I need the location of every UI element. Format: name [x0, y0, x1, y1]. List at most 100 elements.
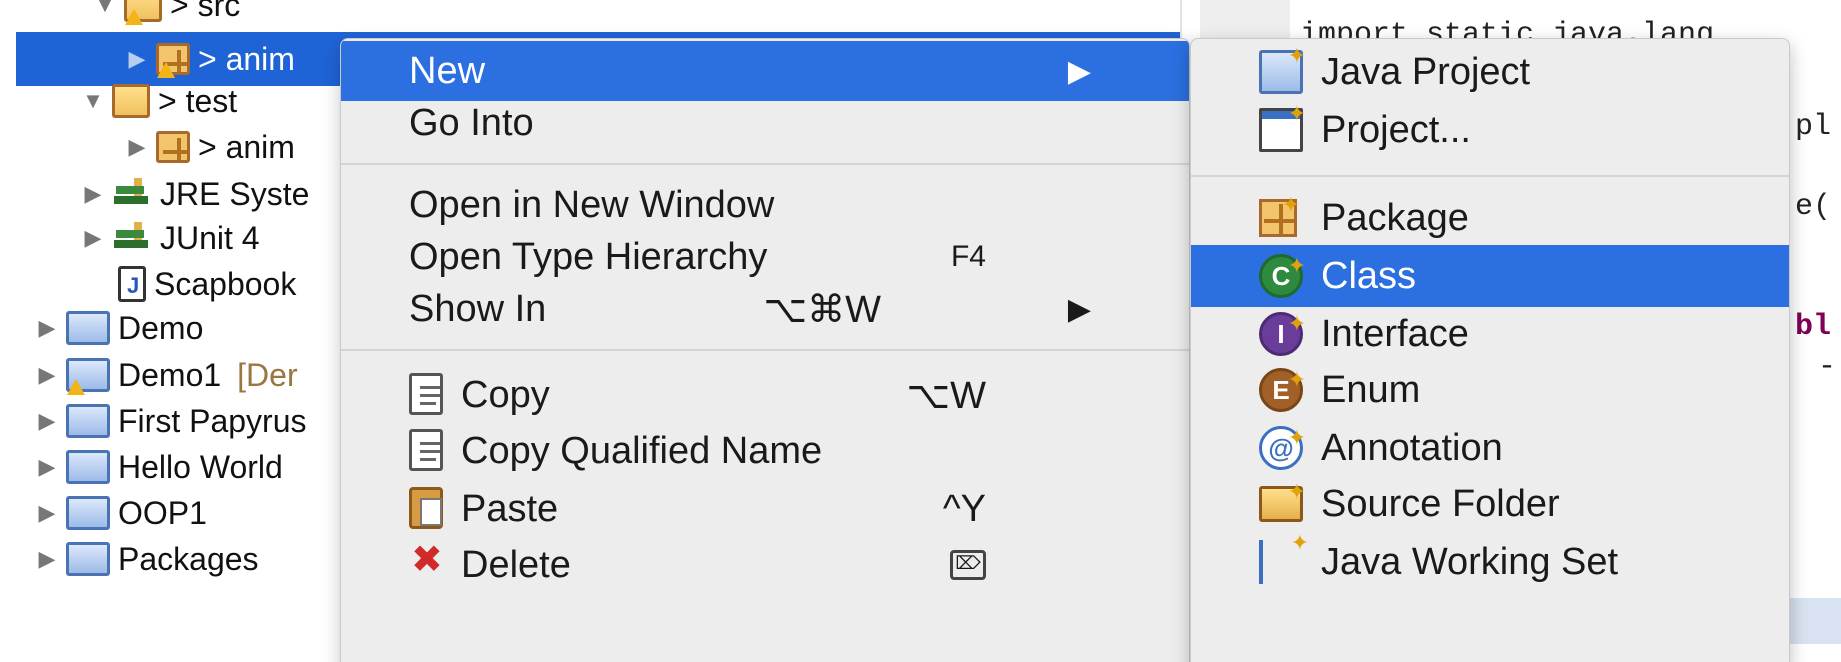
- chevron-down-icon[interactable]: ▼: [92, 0, 118, 18]
- submenu-item-source-folder[interactable]: Source Folder: [1191, 473, 1789, 535]
- package-icon: [1259, 192, 1300, 237]
- submenu-item-label: Class: [1321, 254, 1417, 297]
- chevron-right-icon[interactable]: ▶: [80, 181, 106, 207]
- menu-item-label: Go Into: [409, 101, 534, 144]
- menu-separator: [341, 163, 1189, 165]
- menu-item-paste[interactable]: Paste ^Y: [341, 479, 1189, 539]
- submenu-item-package[interactable]: Package: [1191, 187, 1789, 249]
- submenu-item-label: Java Project: [1321, 50, 1531, 93]
- submenu-item-annotation[interactable]: @ Annotation: [1191, 417, 1789, 479]
- menu-item-copy-qualified-name[interactable]: Copy Qualified Name: [341, 421, 1189, 481]
- tree-item-label: Scapbook: [154, 265, 297, 302]
- menu-item-label: Copy: [461, 373, 550, 416]
- menu-item-open-in-new-window[interactable]: Open in New Window: [341, 175, 1189, 235]
- project-folder-icon: [66, 311, 110, 345]
- code-line: pl: [1795, 110, 1832, 144]
- menu-item-label: Open in New Window: [409, 183, 775, 226]
- menu-item-label: Show In: [409, 287, 547, 330]
- project-folder-icon: [66, 450, 110, 484]
- submenu-item-label: Project...: [1321, 108, 1471, 151]
- code-keyword: bl: [1795, 310, 1832, 344]
- menu-item-copy[interactable]: Copy ⌥W: [341, 365, 1189, 425]
- delete-icon: [409, 537, 449, 587]
- project-folder-icon: [66, 542, 110, 576]
- project-folder-icon: [66, 404, 110, 438]
- tree-item-label: JRE Syste: [160, 175, 310, 212]
- menu-item-label: Copy Qualified Name: [461, 429, 823, 472]
- submenu-item-class[interactable]: C Class: [1191, 245, 1789, 307]
- submenu-item-label: Java Working Set: [1321, 540, 1619, 583]
- tree-item-label: Hello World: [118, 448, 283, 485]
- tree-item-label: > src: [170, 0, 241, 23]
- tree-item-decoration: [Der: [237, 356, 298, 393]
- menu-item-shortcut: ⌥⌘W: [763, 288, 881, 331]
- class-icon: C: [1259, 247, 1306, 298]
- tree-item-label: First Papyrus: [118, 402, 307, 439]
- code-line: e(: [1795, 190, 1832, 224]
- menu-item-go-into[interactable]: Go Into: [341, 93, 1189, 153]
- submenu-arrow-icon: ▶: [1067, 54, 1091, 88]
- copy-icon: [409, 373, 443, 415]
- menu-item-open-type-hierarchy[interactable]: Open Type Hierarchy F4: [341, 227, 1189, 287]
- copy-qualified-name-icon: [409, 429, 443, 471]
- package-icon: [156, 131, 190, 163]
- submenu-item-label: Interface: [1321, 312, 1469, 355]
- chevron-right-icon[interactable]: ▶: [34, 362, 60, 388]
- tree-item-label: > anim: [198, 40, 295, 77]
- chevron-right-icon[interactable]: ▶: [124, 46, 150, 72]
- tree-item-label: Packages: [118, 540, 259, 577]
- submenu-item-java-working-set[interactable]: Java Working Set: [1191, 530, 1789, 593]
- chevron-right-icon[interactable]: ▶: [34, 408, 60, 434]
- submenu-item-label: Annotation: [1321, 426, 1503, 469]
- submenu-item-label: Source Folder: [1321, 482, 1560, 525]
- chevron-right-icon[interactable]: ▶: [124, 134, 150, 160]
- tree-item-label: Demo: [118, 309, 204, 346]
- chevron-down-icon[interactable]: ▼: [80, 88, 106, 114]
- submenu-item-enum[interactable]: E Enum: [1191, 359, 1789, 421]
- menu-item-label: Paste: [461, 487, 559, 530]
- menu-separator: [1191, 175, 1789, 177]
- menu-separator: [341, 349, 1189, 351]
- source-folder-icon: [124, 0, 162, 25]
- paste-icon: [409, 487, 443, 529]
- menu-item-shortcut: ^Y: [942, 487, 986, 530]
- menu-item-label: Delete: [461, 543, 571, 586]
- context-menu: New ▶ Go Into Open in New Window Open Ty…: [340, 38, 1190, 662]
- project-icon: [1259, 101, 1306, 152]
- tree-item-label: > test: [158, 82, 238, 119]
- delete-key-icon: ⌦: [950, 550, 986, 580]
- interface-icon: I: [1259, 305, 1306, 356]
- working-set-icon: [1259, 530, 1309, 584]
- chevron-right-icon[interactable]: ▶: [80, 225, 106, 251]
- submenu-item-label: Enum: [1321, 368, 1421, 411]
- warning-icon: [67, 379, 85, 395]
- menu-item-shortcut: ⌥W: [906, 374, 986, 417]
- project-folder-icon: [66, 496, 110, 530]
- menu-item-show-in[interactable]: Show In ⌥⌘W ▶: [341, 279, 1189, 339]
- chevron-right-icon[interactable]: ▶: [34, 315, 60, 341]
- tree-item-label: > anim: [198, 128, 295, 165]
- menu-item-shortcut: F4: [950, 240, 986, 273]
- submenu-item-project[interactable]: Project...: [1191, 99, 1789, 161]
- chevron-right-icon[interactable]: ▶: [34, 500, 60, 526]
- code-line: -: [1818, 350, 1837, 384]
- enum-icon: E: [1259, 361, 1306, 412]
- tree-item-src[interactable]: ▼ > src: [0, 0, 1180, 32]
- menu-item-new[interactable]: New ▶: [341, 41, 1189, 101]
- library-icon: [112, 220, 152, 256]
- scrapbook-page-icon: [118, 266, 146, 302]
- chevron-right-icon[interactable]: ▶: [34, 546, 60, 572]
- chevron-right-icon[interactable]: ▶: [34, 454, 60, 480]
- new-submenu: Java Project Project... Package C Class …: [1190, 38, 1790, 662]
- warning-icon: [125, 9, 143, 25]
- eclipse-window: ▼ > src ▶ > anim ▼ > test ▶ > anim ▶ JRE…: [0, 0, 1841, 662]
- tree-item-label: Demo1: [118, 356, 222, 393]
- menu-item-delete[interactable]: Delete ⌦: [341, 535, 1189, 595]
- submenu-item-interface[interactable]: I Interface: [1191, 303, 1789, 365]
- project-folder-icon: [66, 358, 110, 395]
- menu-item-label: New: [409, 49, 486, 92]
- submenu-arrow-icon: ▶: [1067, 292, 1091, 326]
- annotation-icon: @: [1259, 419, 1306, 470]
- menu-item-label: Open Type Hierarchy: [409, 235, 768, 278]
- submenu-item-java-project[interactable]: Java Project: [1191, 41, 1789, 103]
